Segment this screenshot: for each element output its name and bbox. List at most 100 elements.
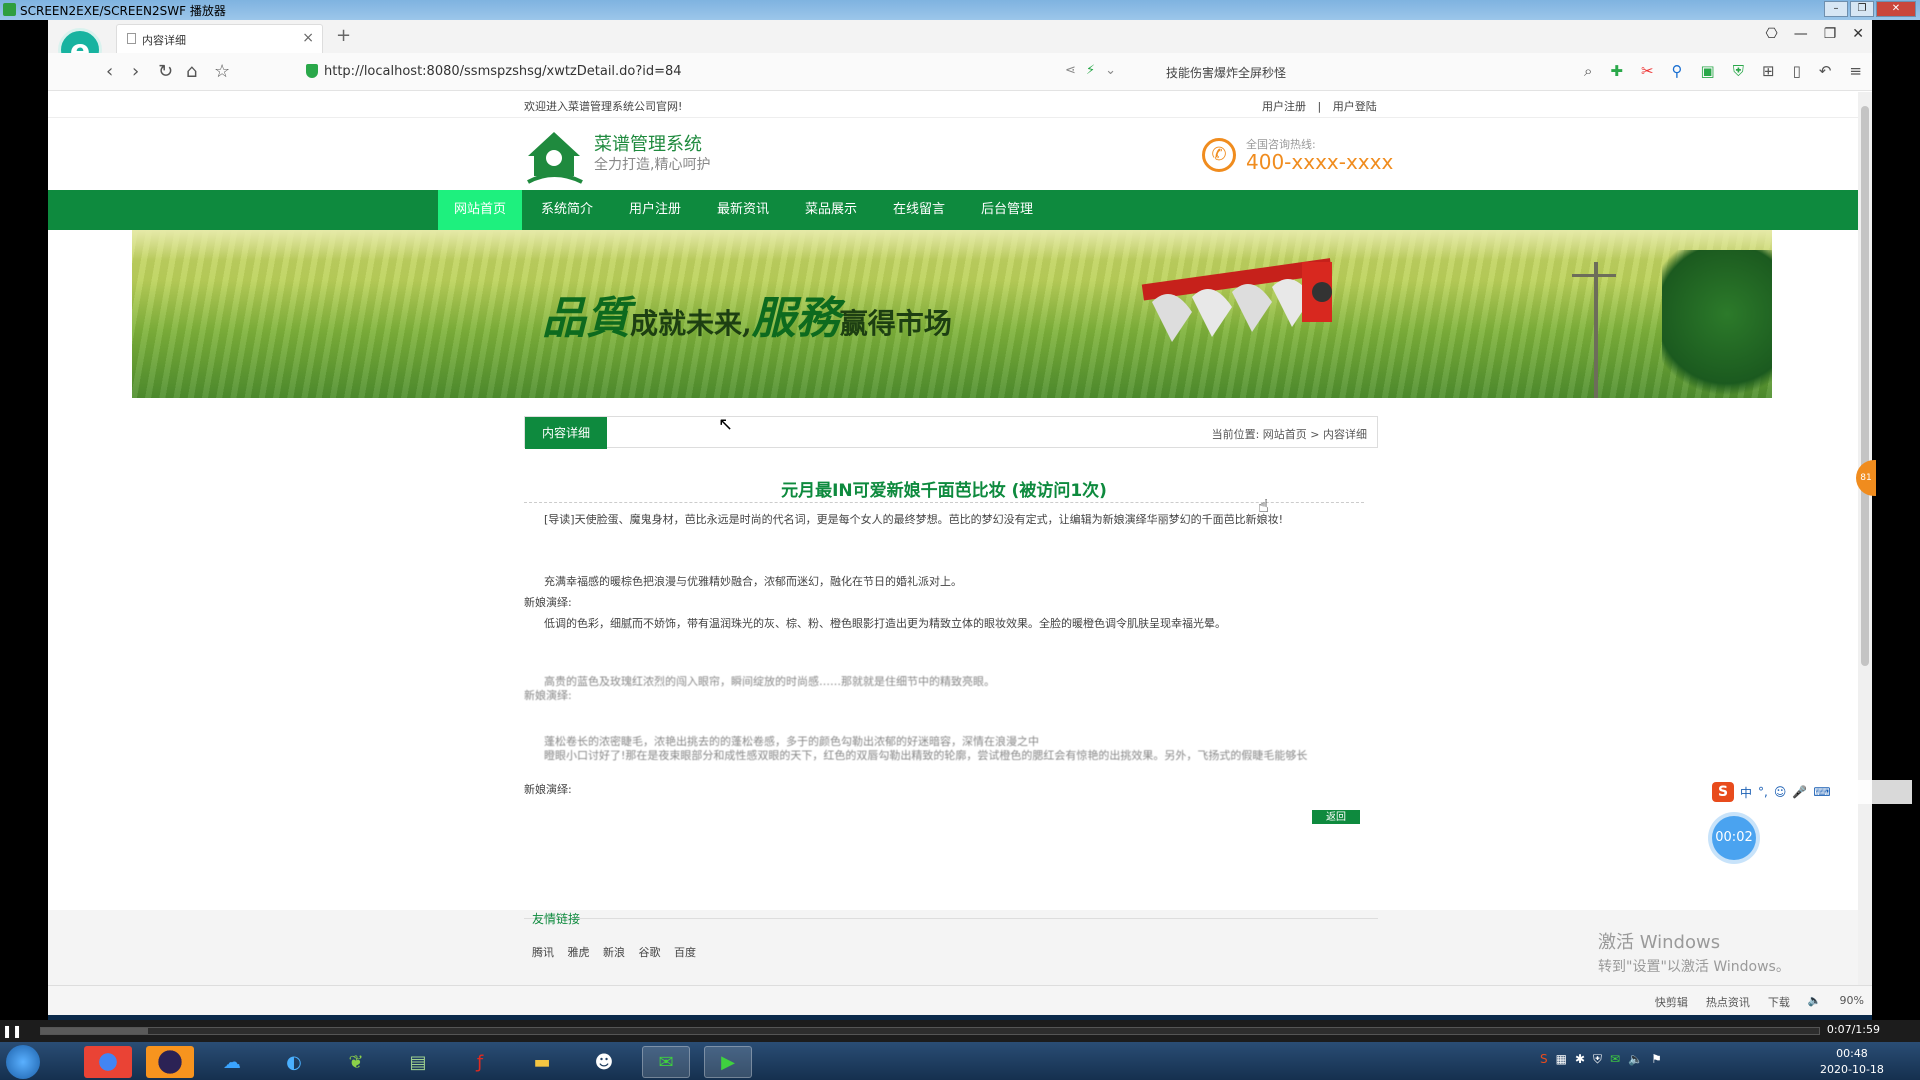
address-bar[interactable]: http://localhost:8080/ssmspzshsg/xwtzDet… — [306, 59, 1296, 85]
back-button[interactable]: 返回 — [1312, 810, 1360, 824]
phone-icon: ✆ — [1202, 138, 1236, 172]
refresh-icon[interactable]: ↻ — [158, 61, 173, 82]
logo-subtitle: 全力打造,精心呵护 — [594, 157, 711, 173]
ime-punctuation[interactable]: °, — [1758, 785, 1768, 799]
menu-icon[interactable]: ≡ — [1849, 62, 1862, 80]
leaf-icon[interactable]: ❦ — [332, 1046, 380, 1078]
apps-icon[interactable]: ⊞ — [1762, 62, 1775, 80]
nav-dishes[interactable]: 菜品展示 — [789, 190, 873, 230]
fast-edit-button[interactable]: 快剪辑 — [1655, 994, 1688, 1010]
nav-admin[interactable]: 后台管理 — [965, 190, 1049, 230]
recording-timer[interactable]: 00:02 — [1712, 816, 1756, 860]
microphone-icon[interactable]: 🎤 — [1792, 785, 1807, 799]
network-icon[interactable]: ▦ — [1556, 1052, 1567, 1067]
tab-close-icon[interactable]: × — [302, 30, 314, 46]
link-google[interactable]: 谷歌 — [639, 946, 661, 959]
bookmark-icon[interactable]: ▯ — [1793, 62, 1801, 80]
clock[interactable]: 00:48 2020-10-18 — [1820, 1046, 1884, 1078]
minimize-icon[interactable]: – — [1824, 1, 1848, 17]
taskbar-apps: ☁ ◐ ❦ ▤ ƒ ▬ ☻ ✉ ▶ — [84, 1046, 752, 1078]
screen2exe-icon[interactable]: ▶ — [704, 1046, 752, 1078]
site-logo[interactable]: 菜谱管理系统 全力打造,精心呵护 — [524, 128, 764, 188]
footer: 友情链接 腾讯 雅虎 新浪 谷歌 百度 激活 Windows 转到"设置"以激活… — [48, 910, 1858, 985]
share-icon[interactable]: ⋖ — [1065, 63, 1076, 78]
wechat-tray-icon[interactable]: ✉ — [1610, 1052, 1620, 1067]
vertical-scrollbar[interactable] — [1858, 92, 1872, 985]
player-buttons: ❚❚ — [2, 1024, 22, 1038]
close-icon[interactable]: ✕ — [1876, 1, 1916, 17]
restore-icon[interactable]: ❐ — [1824, 26, 1837, 42]
search-icon[interactable]: ⌕ — [1584, 62, 1592, 80]
skin-icon[interactable]: ⎔ — [1765, 26, 1777, 42]
download-button[interactable]: 下载 — [1768, 994, 1790, 1010]
link-sina[interactable]: 新浪 — [603, 946, 625, 959]
emoji-icon[interactable]: ☺ — [1774, 785, 1787, 799]
pause-icon[interactable]: ❚❚ — [2, 1024, 22, 1038]
security-icon[interactable]: ⛨ — [1733, 62, 1744, 80]
minimize-icon[interactable]: — — [1794, 26, 1808, 42]
user-links: 用户注册 | 用户登陆 — [1258, 98, 1381, 114]
restore-icon[interactable]: ❐ — [1850, 1, 1874, 17]
speaker-icon[interactable]: 🔈 — [1808, 994, 1822, 1010]
start-button[interactable] — [6, 1045, 40, 1079]
progress-track[interactable] — [40, 1027, 1820, 1035]
content-detail-tab[interactable]: 内容详细 — [525, 417, 607, 449]
login-link[interactable]: 用户登陆 — [1333, 100, 1377, 113]
player-border-right — [1872, 20, 1920, 1030]
image-icon[interactable]: ▣ — [1701, 62, 1715, 80]
breadcrumb-path[interactable]: 当前位置: 网站首页 > 内容详细 — [1212, 426, 1367, 442]
flash-icon[interactable]: ƒ — [456, 1046, 504, 1078]
nav-messages[interactable]: 在线留言 — [877, 190, 961, 230]
new-tab-icon[interactable]: + — [336, 25, 351, 46]
hot-search-text[interactable]: 技能伤害爆炸全屏秒怪 — [1166, 64, 1286, 81]
undo-icon[interactable]: ↶ — [1819, 62, 1832, 80]
activation-hint: 转到"设置"以激活 Windows。 — [1598, 959, 1790, 975]
lightning-icon[interactable]: ⚡ — [1086, 63, 1095, 78]
chrome-icon[interactable] — [84, 1046, 132, 1078]
flag-icon[interactable]: ⚑ — [1651, 1052, 1662, 1067]
article-intro: [导读]天使脸蛋、魔鬼身材，芭比永远是时尚的代名词，更是每个女人的最终梦想。芭比… — [544, 513, 1283, 526]
bluetooth-icon[interactable]: ✱ — [1575, 1052, 1585, 1067]
home-icon[interactable]: ⌂ — [186, 61, 197, 82]
360-browser-icon[interactable]: ◐ — [270, 1046, 318, 1078]
sogou-logo-icon[interactable]: S — [1712, 782, 1734, 802]
banner-slogan: 品質成就未来,服務赢得市场 — [542, 282, 952, 346]
translate-icon[interactable]: ✚ — [1610, 62, 1623, 80]
shield-tray-icon[interactable]: ⛨ — [1593, 1052, 1602, 1067]
sogou-tray-icon[interactable]: S — [1540, 1052, 1548, 1067]
nav-register[interactable]: 用户注册 — [613, 190, 697, 230]
back-icon[interactable]: ‹ — [106, 61, 113, 82]
star-icon[interactable]: ☆ — [214, 61, 230, 82]
close-icon[interactable]: ✕ — [1852, 26, 1864, 42]
hand-pointer-icon: ☝ — [1258, 496, 1269, 517]
link-yahoo[interactable]: 雅虎 — [568, 946, 590, 959]
forward-icon[interactable]: › — [132, 61, 139, 82]
baidu-netdisk-icon[interactable]: ☁ — [208, 1046, 256, 1078]
article-label: 新娘演绎: — [524, 596, 572, 609]
scissors-icon[interactable]: ✂ — [1641, 62, 1654, 80]
wechat-icon[interactable]: ✉ — [642, 1046, 690, 1078]
tab-content-detail[interactable]: 内容详细 × — [116, 24, 323, 53]
folder-icon[interactable]: ▬ — [518, 1046, 566, 1078]
slogan-quality: 品質 — [542, 293, 630, 344]
link-baidu[interactable]: 百度 — [674, 946, 696, 959]
hot-news-button[interactable]: 热点资讯 — [1706, 994, 1750, 1010]
keyboard-icon[interactable]: ⌨ — [1813, 785, 1830, 799]
register-link[interactable]: 用户注册 — [1262, 100, 1306, 113]
eclipse-icon[interactable] — [146, 1046, 194, 1078]
qq-icon[interactable]: ☻ — [580, 1046, 628, 1078]
nav-news[interactable]: 最新资讯 — [701, 190, 785, 230]
scrollbar-thumb[interactable] — [1861, 106, 1869, 666]
link-tencent[interactable]: 腾讯 — [532, 946, 554, 959]
zoom-level[interactable]: 90% — [1840, 994, 1864, 1010]
article-paragraph: 瞪眼小口讨好了!那在是夜束眼部分和成性感双眼的天下，红色的双唇勾勒出精致的轮廓，… — [544, 749, 1308, 762]
volume-icon[interactable]: 🔈 — [1628, 1052, 1643, 1067]
magnifier-icon[interactable]: ⚲ — [1672, 62, 1683, 80]
welcome-text: 欢迎进入菜谱管理系统公司官网! — [524, 100, 683, 113]
nav-about[interactable]: 系统简介 — [525, 190, 609, 230]
ime-chinese-mode[interactable]: 中 — [1740, 784, 1752, 801]
nav-home[interactable]: 网站首页 — [438, 190, 523, 230]
chevron-down-icon[interactable]: ⌄ — [1105, 63, 1116, 78]
notepad-icon[interactable]: ▤ — [394, 1046, 442, 1078]
url-text[interactable]: http://localhost:8080/ssmspzshsg/xwtzDet… — [324, 64, 682, 79]
